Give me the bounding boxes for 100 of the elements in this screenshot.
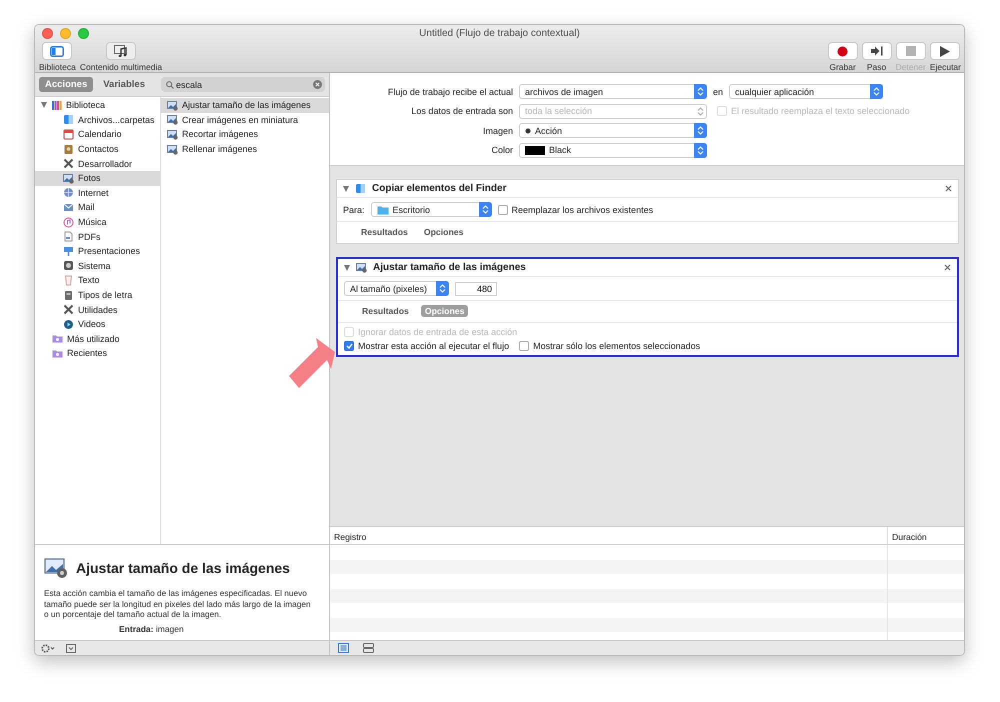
library-item[interactable]: Mail xyxy=(35,200,160,215)
library-item[interactable]: Presentaciones xyxy=(35,244,160,259)
presentation-icon xyxy=(63,246,74,257)
field-label: Los datos de entrada son xyxy=(410,106,513,116)
clear-icon[interactable] xyxy=(313,80,322,89)
record-button[interactable] xyxy=(828,42,858,60)
media-button[interactable] xyxy=(106,42,136,60)
color-popup[interactable]: Black xyxy=(519,142,707,158)
library-item[interactable]: Texto xyxy=(35,273,160,288)
library-item[interactable]: Internet xyxy=(35,186,160,200)
split-view-icon[interactable] xyxy=(363,643,374,653)
library-item[interactable]: Sistema xyxy=(35,258,160,274)
checkbox-label: Mostrar sólo los elementos seleccionados xyxy=(533,341,700,351)
field-label: Para: xyxy=(343,204,365,214)
checkbox-label: Ignorar datos de entrada de esta acción xyxy=(358,327,518,337)
checkbox-label: Reemplazar los archivos existentes xyxy=(512,204,654,214)
calendar-icon xyxy=(63,128,74,140)
size-mode-popup[interactable]: Al tamaño (pixeles) xyxy=(344,281,449,296)
library-item[interactable]: Fotos xyxy=(35,170,160,186)
library-item[interactable]: Videos xyxy=(35,316,160,332)
mail-icon xyxy=(63,202,74,213)
window-title: Untitled (Flujo de trabajo contextual) xyxy=(419,28,580,38)
action-tab[interactable]: Resultados xyxy=(357,226,412,238)
action-title: Ajustar tamaño de las imágenes xyxy=(76,560,290,576)
photo-icon xyxy=(63,172,74,184)
field-label: Imagen xyxy=(482,126,513,136)
zoom-button[interactable] xyxy=(78,28,89,38)
close-icon[interactable] xyxy=(945,185,952,192)
checkbox[interactable] xyxy=(344,341,354,351)
toolbar-label: Paso xyxy=(866,62,886,72)
column-header[interactable]: Registro xyxy=(330,527,887,544)
library-item[interactable]: PDFs xyxy=(35,229,160,244)
library-item[interactable]: Tipos de letra xyxy=(35,288,160,302)
library-item[interactable]: Desarrollador xyxy=(35,156,160,171)
address-book-icon xyxy=(63,144,74,155)
photo-icon xyxy=(167,128,178,140)
photo-icon xyxy=(167,144,178,155)
list-view-icon[interactable] xyxy=(338,643,349,653)
font-book-icon xyxy=(63,290,74,301)
step-icon xyxy=(870,46,883,56)
image-popup[interactable]: Acción xyxy=(519,123,707,138)
photo-icon xyxy=(44,557,68,579)
annotation-arrow xyxy=(289,338,337,390)
toolbar-label: Contenido multimedia xyxy=(80,62,162,72)
action-item[interactable]: Recortar imágenes xyxy=(161,127,329,142)
field-label: Flujo de trabajo recibe el actual xyxy=(386,86,513,96)
tools-icon xyxy=(63,158,74,170)
action-title: Copiar elementos del Finder xyxy=(372,183,508,194)
library-item[interactable]: Recientes xyxy=(35,346,160,361)
close-icon[interactable] xyxy=(944,264,951,271)
toolbar-label: Biblioteca xyxy=(39,62,76,72)
photo-icon xyxy=(167,100,178,111)
library-item[interactable]: Calendario xyxy=(35,127,160,142)
close-button[interactable] xyxy=(42,28,53,38)
run-button[interactable] xyxy=(930,42,960,60)
checkbox[interactable] xyxy=(498,204,508,214)
minimize-button[interactable] xyxy=(60,28,71,38)
action-item[interactable]: Ajustar tamaño de las imágenes xyxy=(161,98,329,113)
library-button[interactable] xyxy=(42,42,72,60)
field-label: en xyxy=(713,86,724,96)
play-icon xyxy=(940,46,950,56)
action-tab[interactable]: Resultados xyxy=(358,305,413,317)
checkbox[interactable] xyxy=(519,341,530,351)
checkbox-label: El resultado reemplaza el texto seleccionado xyxy=(731,106,910,116)
library-item[interactable]: Contactos xyxy=(35,142,160,156)
destination-popup[interactable]: Escritorio xyxy=(370,202,492,217)
toolbar-label: Ejecutar xyxy=(930,62,961,72)
library-item[interactable]: Archivos...carpetas xyxy=(35,112,160,128)
size-field[interactable]: 480 xyxy=(455,282,497,296)
library-item[interactable]: Biblioteca xyxy=(35,98,160,113)
video-icon xyxy=(63,318,74,330)
record-icon xyxy=(837,46,848,56)
stop-icon xyxy=(906,46,916,56)
finder-icon xyxy=(63,114,74,126)
library-item[interactable]: Música xyxy=(35,214,160,230)
disclosure-icon[interactable] xyxy=(343,186,349,192)
action-item[interactable]: Crear imágenes en miniatura xyxy=(161,112,329,128)
search-icon xyxy=(166,80,174,88)
step-button[interactable] xyxy=(862,42,892,60)
panel-toggle-icon[interactable] xyxy=(66,644,76,652)
library-item[interactable]: Utilidades xyxy=(35,302,160,317)
column-header[interactable]: Duración xyxy=(887,527,964,544)
input-type-popup[interactable]: archivos de imagen xyxy=(519,84,707,99)
photo-icon xyxy=(356,262,367,273)
text-icon xyxy=(63,274,74,286)
action-item[interactable]: Rellenar imágenes xyxy=(161,142,329,156)
disclosure-icon[interactable] xyxy=(344,264,350,270)
finder-icon xyxy=(355,183,366,194)
music-note-icon xyxy=(114,45,128,57)
folder-icon xyxy=(52,333,63,344)
action-title: Ajustar tamaño de las imágenes xyxy=(373,262,527,273)
action-tab[interactable]: Opciones xyxy=(420,226,468,238)
photo-icon xyxy=(167,114,178,126)
globe-icon xyxy=(63,187,74,198)
library-tab[interactable]: Variables xyxy=(97,77,151,92)
search-field[interactable]: escala xyxy=(160,77,325,92)
application-popup[interactable]: cualquier aplicación xyxy=(729,84,884,99)
library-item[interactable]: Más utilizado xyxy=(35,332,160,346)
action-card[interactable]: Copiar elementos del Finder Para: Escritorio Reemplazar los archivos existentes Resultados Opciones xyxy=(336,179,959,244)
document-icon xyxy=(63,231,74,242)
